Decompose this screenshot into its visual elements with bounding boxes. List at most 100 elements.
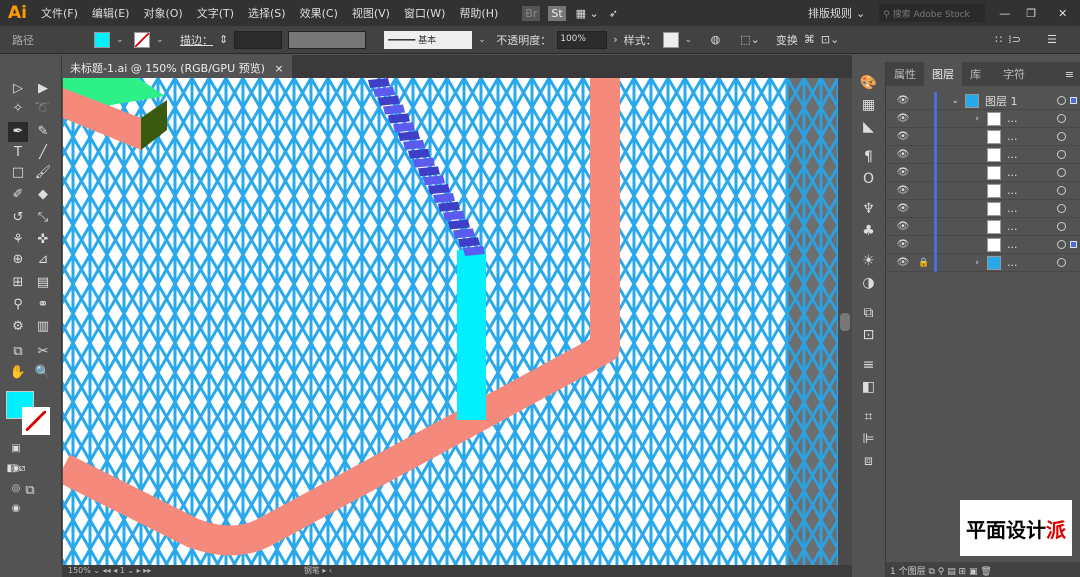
rocket-icon[interactable]: ➶ bbox=[609, 7, 618, 20]
target-circle-icon[interactable] bbox=[1057, 150, 1066, 159]
stroke-label[interactable]: 描边： bbox=[180, 32, 213, 48]
minimize-button[interactable]: — bbox=[999, 7, 1010, 20]
document-tab[interactable]: 未标题-1.ai @ 150% (RGB/GPU 预览) × bbox=[62, 55, 292, 78]
eraser-icon[interactable]: ◆ bbox=[33, 185, 53, 205]
line-tool-icon[interactable]: ╱ bbox=[33, 143, 53, 163]
layer-row[interactable]: 👁... bbox=[886, 199, 1080, 218]
layer-row[interactable]: 👁... bbox=[886, 181, 1080, 200]
visibility-eye-icon[interactable]: 👁 bbox=[892, 113, 914, 124]
style-swatch[interactable] bbox=[662, 31, 679, 48]
free-transform-icon[interactable]: ✜ bbox=[33, 230, 53, 250]
lock-icon[interactable]: 🔒 bbox=[914, 258, 934, 268]
shaper-icon[interactable]: ✐ bbox=[8, 185, 28, 205]
selection-tool-icon[interactable]: ▷ bbox=[8, 79, 28, 99]
tab-libraries[interactable]: 库 bbox=[962, 62, 989, 86]
paintbrush-icon[interactable]: 🖌 bbox=[33, 163, 53, 183]
variable-width-field[interactable] bbox=[288, 30, 367, 49]
menu-effect[interactable]: 效果(C) bbox=[300, 5, 338, 21]
opentype-icon[interactable]: O bbox=[852, 168, 885, 190]
target-circle-icon[interactable] bbox=[1057, 240, 1066, 249]
gradient-icon[interactable]: ▤ bbox=[33, 273, 53, 293]
screen-mode-icon[interactable]: ⧉ bbox=[20, 481, 40, 501]
slice-icon[interactable]: ✂ bbox=[33, 342, 53, 362]
appearance-icon[interactable]: ☀ bbox=[852, 250, 885, 272]
menu-object[interactable]: 对象(O) bbox=[143, 5, 182, 21]
visibility-eye-icon[interactable]: 👁 bbox=[892, 239, 914, 250]
stock-search[interactable]: ⚲ 搜索 Adobe Stock bbox=[879, 4, 986, 22]
visibility-eye-icon[interactable]: 👁 bbox=[892, 131, 914, 142]
tab-properties[interactable]: 属性 bbox=[886, 62, 924, 86]
brush-dropdown[interactable]: ⌄ bbox=[478, 35, 490, 45]
pen-tool-icon[interactable]: ✒ bbox=[8, 122, 28, 142]
color-mode-icon[interactable]: ▣ ◧ ⧄ bbox=[6, 439, 26, 474]
magic-wand-icon[interactable]: ✧ bbox=[8, 99, 28, 119]
eyedropper-icon[interactable]: ⚲ bbox=[8, 295, 28, 315]
mesh-icon[interactable]: ⊞ bbox=[8, 273, 28, 293]
vertical-scrollbar[interactable] bbox=[838, 78, 852, 565]
grid-icon[interactable]: ∷ bbox=[995, 33, 1002, 46]
stock-button[interactable]: St bbox=[548, 5, 566, 21]
menu-select[interactable]: 选择(S) bbox=[248, 5, 286, 21]
curvature-icon[interactable]: ✎ bbox=[33, 122, 53, 142]
brushes-icon[interactable]: ♆ bbox=[852, 198, 885, 220]
target-circle-icon[interactable] bbox=[1057, 222, 1066, 231]
visibility-eye-icon[interactable]: 👁 bbox=[892, 203, 914, 214]
zoom-level[interactable]: 150% bbox=[68, 566, 91, 575]
transform-icon[interactable]: ⊡ bbox=[852, 324, 885, 346]
menu-file[interactable]: 文件(F) bbox=[41, 5, 78, 21]
brush-field[interactable]: ━━━━━ 基本 bbox=[384, 30, 473, 49]
selection-square-icon[interactable] bbox=[1070, 241, 1077, 248]
opacity-arrow[interactable]: › bbox=[613, 33, 617, 46]
style-dropdown[interactable]: ⌄ bbox=[685, 35, 697, 45]
fill-dropdown[interactable]: ⌄ bbox=[116, 35, 128, 45]
align-icon[interactable]: ⬚⌄ bbox=[740, 33, 760, 46]
color-icon[interactable]: 🎨 bbox=[852, 72, 885, 94]
rotate-icon[interactable]: ↺ bbox=[8, 208, 28, 228]
artboard-number[interactable]: 1 bbox=[120, 566, 125, 575]
stroke-swatch[interactable] bbox=[134, 31, 150, 48]
visibility-eye-icon[interactable]: 👁 bbox=[892, 221, 914, 232]
layer-row[interactable]: 👁... bbox=[886, 145, 1080, 164]
visibility-eye-icon[interactable]: 👁 bbox=[892, 149, 914, 160]
expand-chevron-icon[interactable]: › bbox=[943, 258, 979, 268]
draw-mode-icon[interactable]: ◉ ◎ ◉ bbox=[6, 459, 26, 514]
rectangle-tool-icon[interactable]: □ bbox=[8, 163, 28, 183]
workspace-switcher[interactable]: 排版规则 bbox=[808, 5, 852, 21]
layer-row[interactable]: 👁 ⌄ 图层 1 bbox=[886, 91, 1080, 110]
target-circle-icon[interactable] bbox=[1057, 114, 1066, 123]
artboard-icon[interactable]: ⧉ bbox=[8, 342, 28, 362]
symbols-icon[interactable]: ♣ bbox=[852, 220, 885, 242]
target-circle-icon[interactable] bbox=[1057, 168, 1066, 177]
zoom-icon[interactable]: 🔍 bbox=[33, 363, 53, 383]
expand-chevron-icon[interactable]: › bbox=[943, 114, 979, 124]
visibility-eye-icon[interactable]: 👁 bbox=[892, 95, 914, 106]
selection-square-icon[interactable] bbox=[1070, 97, 1077, 104]
target-circle-icon[interactable] bbox=[1057, 204, 1066, 213]
target-circle-icon[interactable] bbox=[1057, 132, 1066, 141]
warp-icon[interactable]: ⚘ bbox=[8, 230, 28, 250]
distribute-icon[interactable]: ⁞⊃ bbox=[1008, 33, 1021, 46]
visibility-eye-icon[interactable]: 👁 bbox=[892, 185, 914, 196]
stroke-color-swatch[interactable] bbox=[22, 407, 50, 435]
stroke-panel-icon[interactable]: ≡ bbox=[852, 354, 885, 376]
tab-layers[interactable]: 图层 bbox=[924, 62, 962, 86]
graphic-styles-icon[interactable]: ◑ bbox=[852, 272, 885, 294]
scale-icon[interactable]: ⤡ bbox=[33, 208, 53, 228]
menu-help[interactable]: 帮助(H) bbox=[459, 5, 498, 21]
close-tab-icon[interactable]: × bbox=[274, 62, 283, 75]
tab-character[interactable]: 字符 bbox=[995, 62, 1033, 86]
isolate-icon[interactable]: ⌘ bbox=[804, 33, 815, 46]
layer-row[interactable]: 👁 🔒 ›... bbox=[886, 253, 1080, 272]
opacity-field[interactable]: 100% bbox=[557, 30, 608, 49]
menu-edit[interactable]: 编辑(E) bbox=[92, 5, 130, 21]
visibility-eye-icon[interactable]: 👁 bbox=[892, 257, 914, 268]
current-tool[interactable]: 钢笔 bbox=[304, 566, 320, 575]
layer-row[interactable]: 👁... bbox=[886, 163, 1080, 182]
type-tool-icon[interactable]: T bbox=[8, 143, 28, 163]
gradient-panel-icon[interactable]: ◣ bbox=[852, 116, 885, 138]
restore-button[interactable]: ❐ bbox=[1026, 7, 1036, 20]
scroll-thumb[interactable] bbox=[840, 313, 850, 331]
panel-menu-icon[interactable]: ☰ bbox=[1047, 33, 1057, 46]
recolor-icon[interactable]: ◍ bbox=[711, 33, 721, 46]
close-button[interactable]: ✕ bbox=[1058, 7, 1067, 20]
